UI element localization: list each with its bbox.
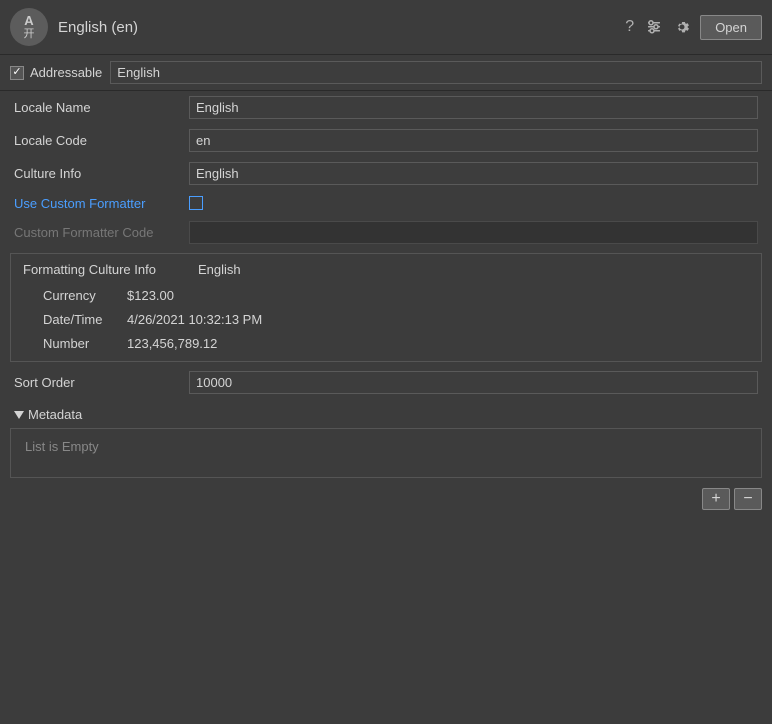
datetime-value: 4/26/2021 10:32:13 PM: [127, 312, 262, 327]
metadata-section: Metadata List is Empty: [0, 399, 772, 482]
header-icons: ? Open: [623, 15, 762, 40]
locale-name-row: Locale Name: [0, 91, 772, 124]
formatting-culture-info-label: Formatting Culture Info: [23, 262, 198, 277]
help-icon-button[interactable]: ?: [623, 16, 636, 38]
culture-info-row: Culture Info: [0, 157, 772, 190]
sort-order-row: Sort Order: [0, 366, 772, 399]
metadata-empty-text: List is Empty: [25, 439, 99, 454]
number-value: 123,456,789.12: [127, 336, 217, 351]
avatar-letter: A: [24, 13, 33, 29]
locale-code-row: Locale Code: [0, 124, 772, 157]
datetime-row: Date/Time 4/26/2021 10:32:13 PM: [19, 307, 753, 331]
sliders-icon-button[interactable]: [644, 17, 664, 37]
addressable-label: Addressable: [30, 65, 102, 80]
content: Locale Name Locale Code Culture Info Use…: [0, 91, 772, 724]
addressable-checkbox-label[interactable]: Addressable: [10, 65, 102, 80]
locale-code-input[interactable]: [189, 129, 758, 152]
header: A 开 English (en) ?: [0, 0, 772, 55]
sort-order-label: Sort Order: [14, 375, 189, 390]
locale-code-label: Locale Code: [14, 133, 189, 148]
metadata-title: Metadata: [28, 407, 82, 422]
addressable-row: Addressable: [0, 55, 772, 91]
culture-info-label: Culture Info: [14, 166, 189, 181]
addressable-input[interactable]: [110, 61, 762, 84]
formatting-section: Formatting Culture Info English Currency…: [10, 253, 762, 362]
use-custom-formatter-label: Use Custom Formatter: [14, 196, 189, 211]
sort-order-input[interactable]: [189, 371, 758, 394]
locale-name-label: Locale Name: [14, 100, 189, 115]
use-custom-formatter-row: Use Custom Formatter: [0, 190, 772, 216]
custom-formatter-code-label: Custom Formatter Code: [14, 225, 189, 240]
number-label: Number: [27, 336, 127, 351]
addressable-checkbox[interactable]: [10, 66, 24, 80]
culture-info-input[interactable]: [189, 162, 758, 185]
locale-name-input[interactable]: [189, 96, 758, 119]
number-row: Number 123,456,789.12: [19, 331, 753, 355]
panel: A 开 English (en) ?: [0, 0, 772, 724]
add-button[interactable]: +: [702, 488, 730, 510]
use-custom-formatter-checkbox[interactable]: [189, 196, 203, 210]
gear-icon-button[interactable]: [672, 17, 692, 37]
currency-row: Currency $123.00: [19, 283, 753, 307]
metadata-header[interactable]: Metadata: [10, 403, 762, 426]
panel-title: English (en): [58, 19, 623, 36]
custom-formatter-code-row: Custom Formatter Code: [0, 216, 772, 249]
metadata-collapse-icon: [14, 411, 24, 419]
bottom-buttons: + −: [0, 482, 772, 516]
formatting-header: Formatting Culture Info English: [19, 260, 753, 279]
avatar: A 开: [10, 8, 48, 46]
custom-formatter-code-input[interactable]: [189, 221, 758, 244]
datetime-label: Date/Time: [27, 312, 127, 327]
formatting-culture-info-value: English: [198, 262, 241, 277]
currency-label: Currency: [27, 288, 127, 303]
currency-value: $123.00: [127, 288, 174, 303]
open-button[interactable]: Open: [700, 15, 762, 40]
metadata-list: List is Empty: [10, 428, 762, 478]
remove-button[interactable]: −: [734, 488, 762, 510]
avatar-chinese: 开: [24, 28, 35, 41]
